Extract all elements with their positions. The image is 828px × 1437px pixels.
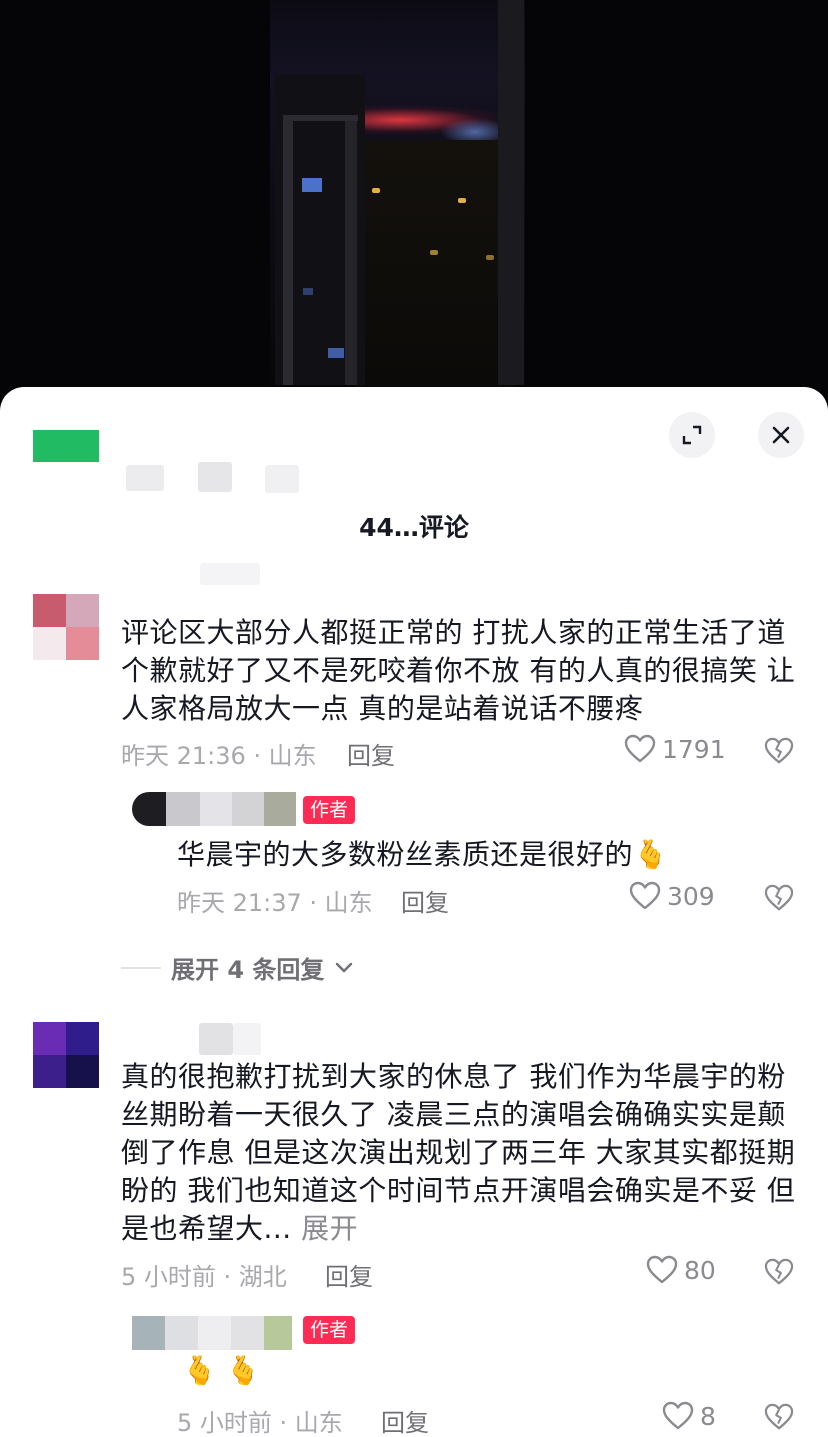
like-button[interactable]: 80 [646,1255,716,1285]
blurred-text [126,465,164,491]
comment-time-location: 昨天 21:36 · 山东 [121,742,317,770]
reply-button[interactable]: 回复 [381,1403,429,1437]
close-button[interactable] [758,412,804,458]
hillside [355,140,515,390]
dislike-button[interactable] [764,1403,794,1435]
blurred-text [198,462,232,492]
finger-heart-emoji: 🫰 [633,838,669,871]
broken-heart-icon [764,884,794,911]
like-button[interactable]: 8 [662,1401,716,1431]
reply-time-location: 5 小时前 · 山东 [177,1409,343,1437]
broken-heart-icon [764,1403,794,1430]
expand-replies-label: 展开 4 条回复 [171,956,325,984]
lit-window [328,348,344,358]
author-badge: 作者 [303,796,356,824]
reply-time-location: 昨天 21:37 · 山东 [177,889,373,917]
reply-button[interactable]: 回复 [401,883,449,918]
heart-icon [624,734,656,763]
reply-author-blurred [132,792,296,826]
lit-window [302,178,322,192]
like-count: 309 [667,881,715,911]
heart-icon [646,1255,678,1284]
comment-text-body: 真的很抱歉打扰到大家的休息了 我们作为华晨宇的粉丝期盼着一天很久了 凌晨三点的演… [121,1060,796,1245]
avatar[interactable] [33,594,99,660]
like-count: 8 [700,1401,716,1431]
blurred-username [200,563,260,585]
divider [121,966,161,969]
reply-button[interactable]: 回复 [347,736,395,771]
like-button[interactable]: 1791 [624,734,726,764]
dislike-button[interactable] [764,884,794,916]
dislike-button[interactable] [764,737,794,769]
author-badge: 作者 [303,1316,356,1344]
comment-text: 真的很抱歉打扰到大家的休息了 我们作为华晨宇的粉丝期盼着一天很久了 凌晨三点的演… [121,1058,801,1248]
expand-text-link[interactable]: 展开 [301,1212,358,1245]
street-light [372,188,380,193]
expand-button[interactable] [669,412,715,458]
dislike-button[interactable] [764,1258,794,1290]
broken-heart-icon [764,1258,794,1285]
lit-window [303,288,313,295]
blurred-username [233,1023,261,1055]
broken-heart-icon [764,737,794,764]
reply-text: 华晨宇的大多数粉丝素质还是很好的🫰 [177,836,668,874]
street-light [430,250,438,255]
reply-text-body: 华晨宇的大多数粉丝素质还是很好的 [177,838,634,871]
window-post [498,0,524,385]
expand-replies-button[interactable]: 展开 4 条回复 [121,950,354,985]
chevron-down-icon [336,962,353,973]
expand-icon [682,425,702,445]
comment-sheet: 44…评论 评论区大部分人都挺正常的 打扰人家的正常生活了道个歉就好了又不是死咬… [0,387,828,1437]
comment-count-title: 44…评论 [359,513,469,542]
street-light [486,255,494,260]
reply-button[interactable]: 回复 [325,1257,373,1292]
heart-icon [629,881,661,910]
comment-text: 评论区大部分人都挺正常的 打扰人家的正常生活了道个歉就好了又不是死咬着你不放 有… [121,616,796,725]
close-icon [772,426,790,444]
like-button[interactable]: 309 [629,881,715,911]
window-frame [283,115,358,121]
window-frame [345,120,357,385]
heart-icon [662,1401,694,1430]
reply-author-blurred [132,1316,292,1350]
blurred-username [199,1023,233,1055]
like-count: 80 [684,1255,716,1285]
comment-time-location: 5 小时前 · 湖北 [121,1263,287,1291]
street-light [458,198,466,203]
like-count: 1791 [662,734,726,764]
video-frame [0,0,828,400]
finger-heart-emoji: 🫰 🫰 [182,1354,261,1387]
window-frame [283,115,293,385]
blurred-text [265,465,299,493]
brand-badge [33,430,99,462]
avatar[interactable] [33,1022,99,1088]
